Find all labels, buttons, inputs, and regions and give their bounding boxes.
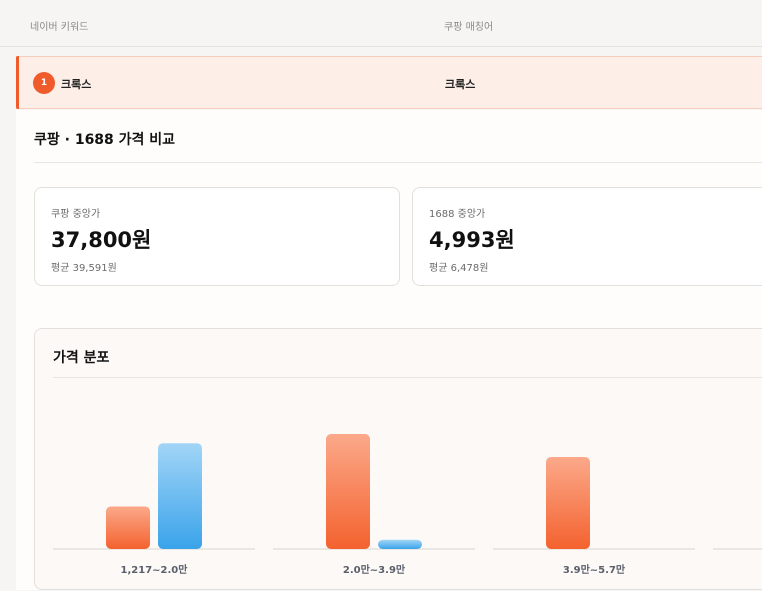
china1688-average: 평균 6,478원 [429, 263, 489, 274]
bar-china1688-1 [158, 443, 202, 549]
header-coupang-matching: 쿠팡 매칭어 [444, 22, 494, 33]
naver-keyword-cell: 크록스 [61, 78, 92, 91]
x-tick-label: 2.0만~3.9만 [343, 563, 406, 576]
coupang-keyword-cell: 크록스 [445, 78, 476, 91]
divider [34, 162, 762, 163]
table-header: 네이버 키워드 쿠팡 매칭어 [0, 0, 762, 47]
coupang-median-card: 쿠팡 중앙가 37,800원 평균 39,591원 [34, 187, 400, 286]
bar-coupang-1 [106, 506, 150, 549]
x-tick-label: 3.9만~5.7만 [563, 563, 626, 576]
rank-badge: 1 [33, 72, 55, 94]
price-comparison-panel: 쿠팡 · 1688 가격 비교 쿠팡 중앙가 37,800원 평균 39,591… [16, 110, 762, 590]
china1688-median-label: 1688 중앙가 [429, 209, 486, 220]
price-distribution-chart: 가격 분포 1,217~2.0만 2.0만~3.9만 3.9만~5.7만 [34, 328, 762, 590]
bar-coupang-2 [326, 434, 370, 549]
china1688-median-card: 1688 중앙가 4,993원 평균 6,478원 [412, 187, 762, 286]
x-tick-label: 1,217~2.0만 [121, 563, 189, 576]
header-naver-keyword: 네이버 키워드 [30, 22, 89, 33]
panel-title: 쿠팡 · 1688 가격 비교 [34, 132, 176, 148]
keyword-match-row[interactable]: 1 크록스 크록스 [16, 56, 762, 109]
bar-china1688-2 [378, 539, 422, 549]
coupang-median-label: 쿠팡 중앙가 [51, 209, 101, 220]
china1688-median-value: 4,993원 [429, 228, 515, 252]
coupang-median-value: 37,800원 [51, 228, 152, 252]
chart-canvas: 1,217~2.0만 2.0만~3.9만 3.9만~5.7만 [53, 434, 762, 576]
coupang-average: 평균 39,591원 [51, 263, 117, 274]
selected-row-indicator [16, 56, 19, 109]
bar-coupang-3 [546, 457, 590, 549]
